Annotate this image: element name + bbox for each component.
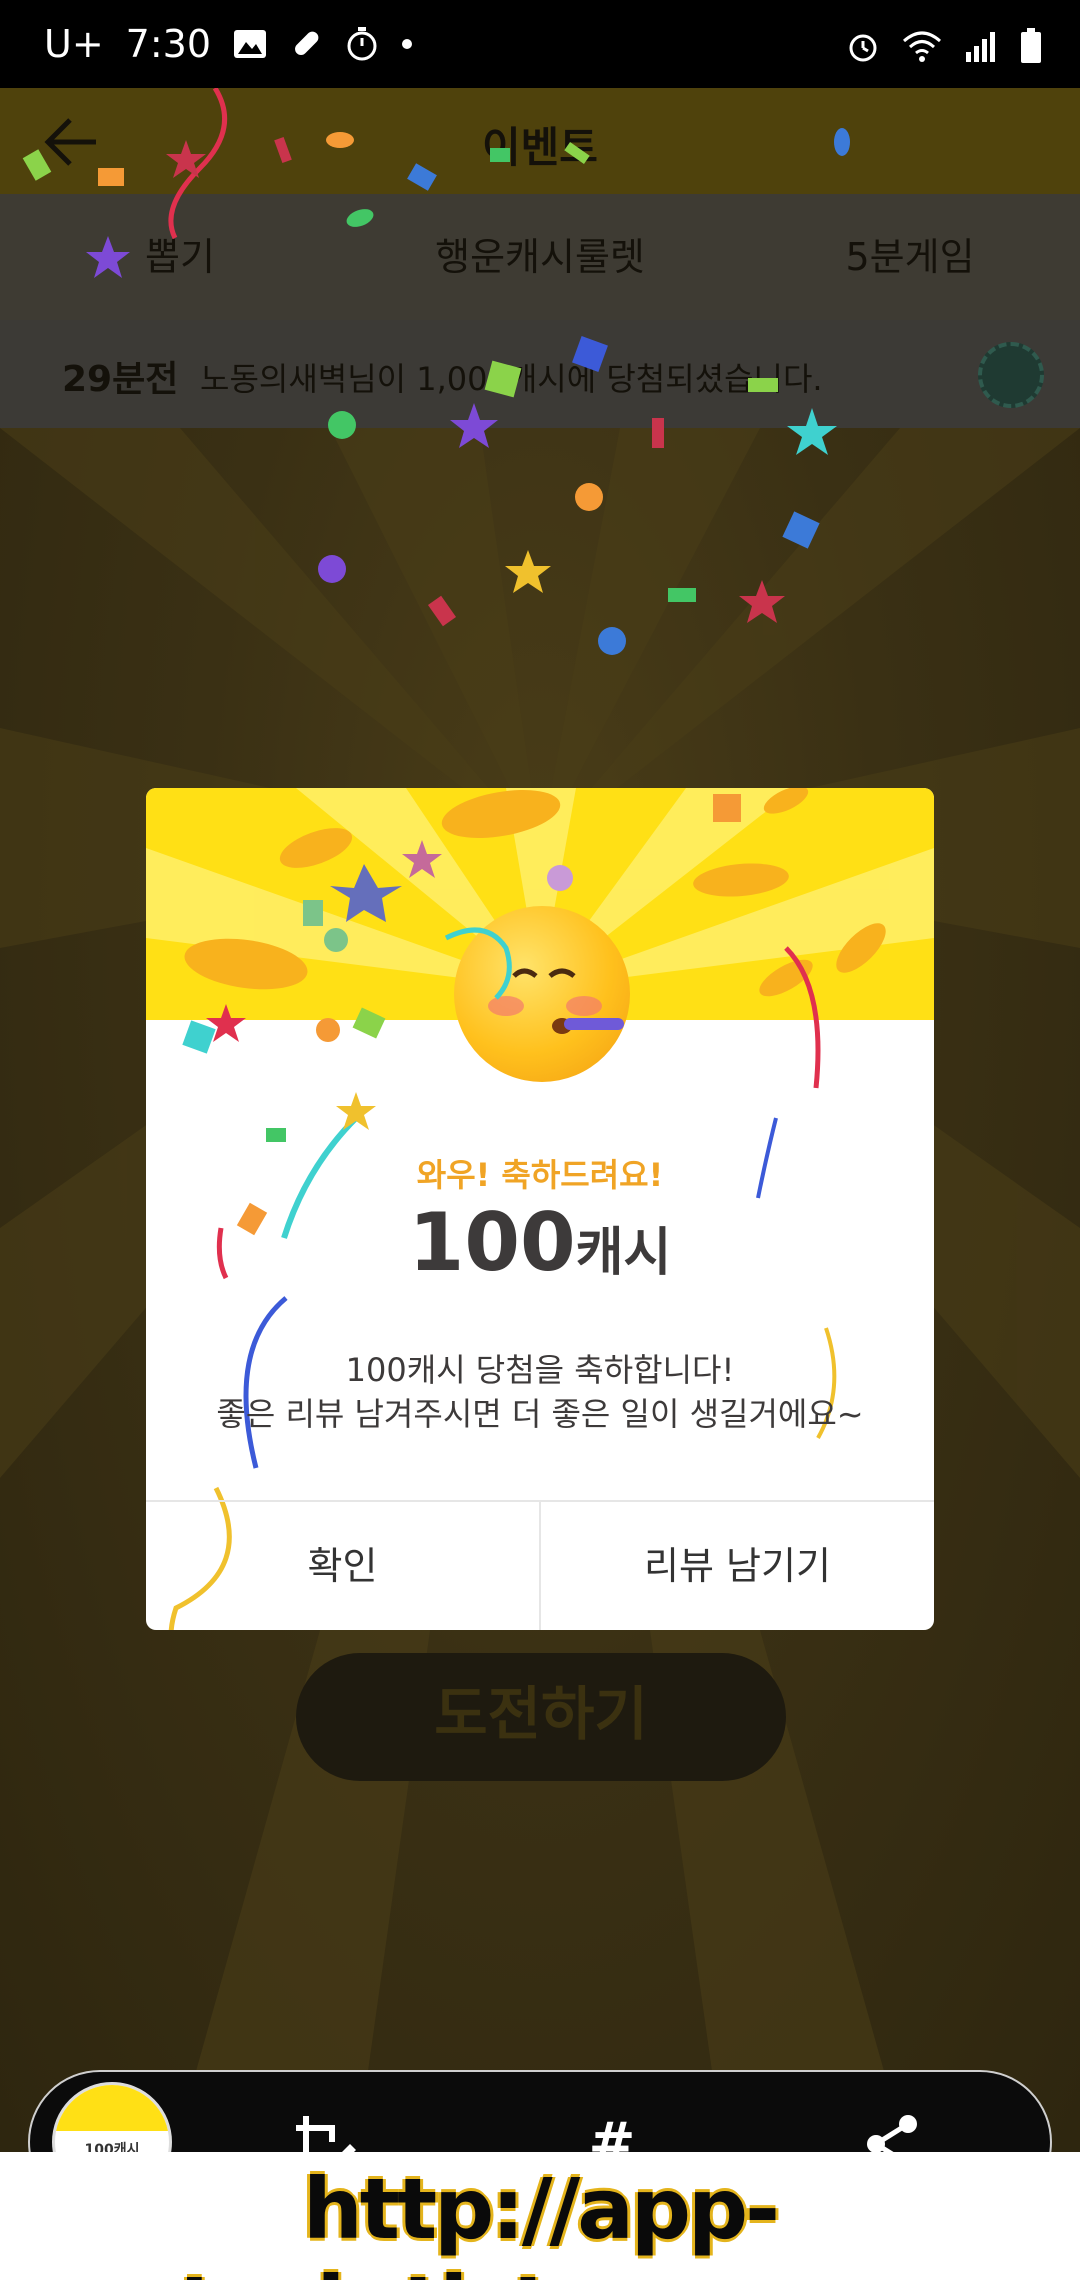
dot-icon (402, 39, 412, 49)
challenge-button[interactable]: 도전하기 (296, 1653, 786, 1781)
reward-amount: 100캐시 (146, 1196, 934, 1289)
alarm-icon (849, 34, 877, 62)
timer-icon (347, 27, 377, 61)
battery-icon (1021, 28, 1041, 63)
confetti-decoration (22, 88, 850, 655)
status-bar: U+ 7:30 (0, 0, 1080, 88)
carrier-label: U+ (44, 22, 104, 66)
watermark-url: http://app-tech.tistory.com (179, 2160, 905, 2280)
event-screen: 이벤트 뽑기 행운캐시룰렛 5분게임 29분전 노동의새벽님이 1,000캐시에… (0, 88, 1080, 2214)
congrats-subtitle: 와우! 축하드려요! (416, 1156, 664, 1194)
reward-unit: 캐시 (575, 1223, 672, 1283)
signal-icon (966, 32, 995, 62)
congrats-dialog: 와우! 축하드려요! 100캐시 100캐시 당첨을 축하합니다! 좋은 리뷰 … (146, 788, 934, 1630)
pill-icon (295, 31, 319, 55)
write-review-button[interactable]: 리뷰 남기기 (541, 1502, 934, 1630)
clock: 7:30 (125, 22, 211, 66)
reward-number: 100 (408, 1196, 576, 1289)
message-line-2: 좋은 리뷰 남겨주시면 더 좋은 일이 생길거에요~ (216, 1395, 864, 1433)
message-line-1: 100캐시 당첨을 축하합니다! (345, 1351, 735, 1389)
watermark-banner: http://app-tech.tistory.com (0, 2152, 1080, 2280)
wifi-icon (903, 31, 941, 62)
image-icon (234, 30, 266, 58)
congrats-message: 100캐시 당첨을 축하합니다! 좋은 리뷰 남겨주시면 더 좋은 일이 생길거… (146, 1348, 934, 1436)
confirm-button[interactable]: 확인 (146, 1502, 539, 1630)
